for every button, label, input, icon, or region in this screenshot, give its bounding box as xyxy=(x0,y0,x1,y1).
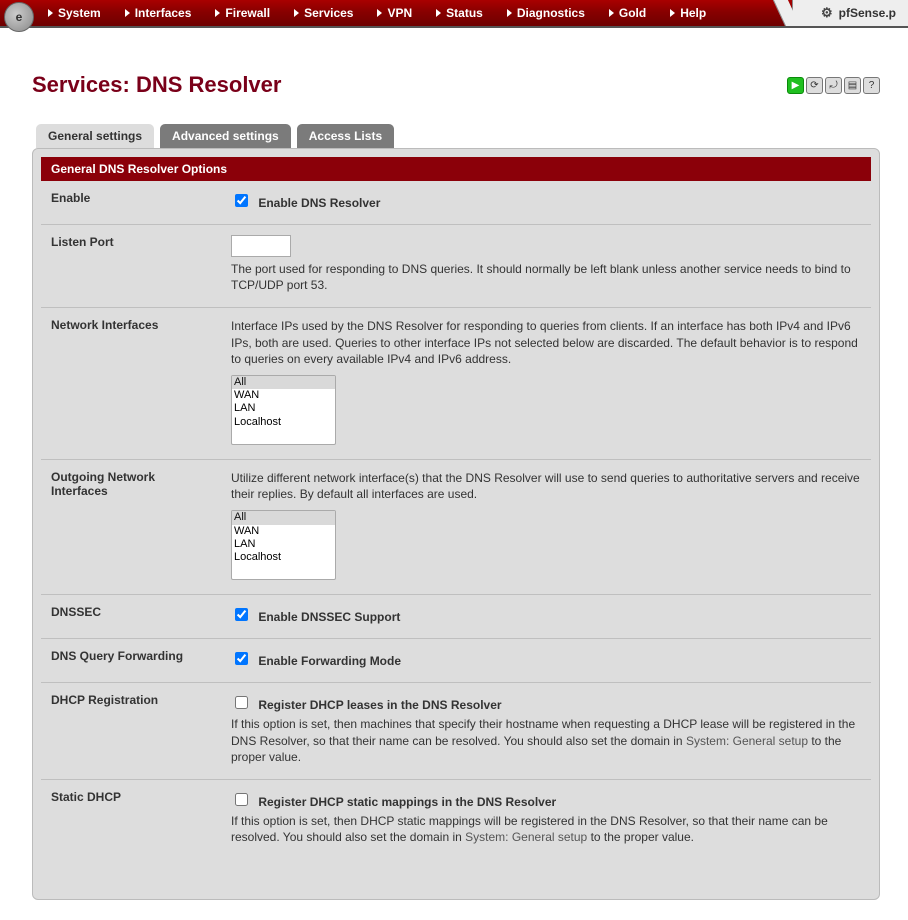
menu-firewall[interactable]: Firewall xyxy=(215,6,270,20)
menu-diagnostics[interactable]: Diagnostics xyxy=(507,6,585,20)
enable-dns-resolver-label: Enable DNS Resolver xyxy=(258,196,380,210)
main-menu: System Interfaces Firewall Services VPN … xyxy=(0,0,792,26)
row-static-dhcp: Static DHCP Register DHCP static mapping… xyxy=(41,779,871,859)
brand-tab[interactable]: ⚙ pfSense.p xyxy=(792,0,908,26)
row-listen-port: Listen Port The port used for responding… xyxy=(41,225,871,308)
section-header: General DNS Resolver Options xyxy=(41,157,871,181)
tab-advanced-settings[interactable]: Advanced settings xyxy=(160,124,291,148)
row-dhcp-registration: DHCP Registration Register DHCP leases i… xyxy=(41,683,871,780)
static-dhcp-checkbox[interactable] xyxy=(235,793,248,806)
help-icon[interactable]: ? xyxy=(863,77,880,94)
row-dnssec: DNSSEC Enable DNSSEC Support xyxy=(41,595,871,639)
page-title: Services: DNS Resolver xyxy=(32,72,281,98)
dnssec-checkbox[interactable] xyxy=(235,608,248,621)
outgoing-interfaces-select[interactable]: All WAN LAN Localhost xyxy=(231,510,336,580)
system-general-setup-link[interactable]: System: General setup xyxy=(686,734,808,748)
static-dhcp-label: Register DHCP static mappings in the DNS… xyxy=(258,795,556,809)
row-network-interfaces: Network Interfaces Interface IPs used by… xyxy=(41,308,871,460)
triangle-icon xyxy=(609,9,614,17)
dnssec-label: Enable DNSSEC Support xyxy=(258,610,400,624)
label-network-interfaces: Network Interfaces xyxy=(41,308,221,460)
refresh-icon[interactable]: ⤾ xyxy=(825,77,842,94)
logo: e xyxy=(4,2,34,32)
outgoing-interfaces-desc: Utilize different network interface(s) t… xyxy=(231,470,861,502)
listen-port-desc: The port used for responding to DNS quer… xyxy=(231,261,861,293)
row-enable: Enable Enable DNS Resolver xyxy=(41,181,871,225)
page-action-icons: ▶ ⟳ ⤾ ▤ ? xyxy=(787,77,880,94)
row-dns-query-forwarding: DNS Query Forwarding Enable Forwarding M… xyxy=(41,639,871,683)
dhcp-registration-label: Register DHCP leases in the DNS Resolver xyxy=(258,698,501,712)
top-menu-bar: e System Interfaces Firewall Services VP… xyxy=(0,0,908,28)
label-static-dhcp: Static DHCP xyxy=(41,779,221,859)
label-dhcp-registration: DHCP Registration xyxy=(41,683,221,780)
triangle-icon xyxy=(436,9,441,17)
label-outgoing-interfaces: Outgoing Network Interfaces xyxy=(41,459,221,594)
triangle-icon xyxy=(48,9,53,17)
network-interfaces-select[interactable]: All WAN LAN Localhost xyxy=(231,375,336,445)
menu-status[interactable]: Status xyxy=(436,6,483,20)
play-icon[interactable]: ▶ xyxy=(787,77,804,94)
tab-bar: General settings Advanced settings Acces… xyxy=(36,124,880,148)
forwarding-mode-checkbox[interactable] xyxy=(235,652,248,665)
menu-services[interactable]: Services xyxy=(294,6,353,20)
settings-panel: General DNS Resolver Options Enable Enab… xyxy=(32,148,880,900)
label-enable: Enable xyxy=(41,181,221,225)
forwarding-mode-label: Enable Forwarding Mode xyxy=(258,654,401,668)
system-general-setup-link[interactable]: System: General setup xyxy=(465,830,587,844)
dhcp-registration-checkbox[interactable] xyxy=(235,696,248,709)
triangle-icon xyxy=(377,9,382,17)
label-listen-port: Listen Port xyxy=(41,225,221,308)
menu-system[interactable]: System xyxy=(48,6,101,20)
triangle-icon xyxy=(125,9,130,17)
menu-gold[interactable]: Gold xyxy=(609,6,646,20)
listen-port-input[interactable] xyxy=(231,235,291,257)
triangle-icon xyxy=(670,9,675,17)
menu-interfaces[interactable]: Interfaces xyxy=(125,6,192,20)
gear-icon: ⚙ xyxy=(821,5,833,21)
row-outgoing-interfaces: Outgoing Network Interfaces Utilize diff… xyxy=(41,459,871,594)
dhcp-registration-desc: If this option is set, then machines tha… xyxy=(231,716,861,765)
triangle-icon xyxy=(507,9,512,17)
network-interfaces-desc: Interface IPs used by the DNS Resolver f… xyxy=(231,318,861,367)
enable-dns-resolver-checkbox[interactable] xyxy=(235,194,248,207)
label-dnssec: DNSSEC xyxy=(41,595,221,639)
brand-label: pfSense.p xyxy=(839,6,896,20)
tab-general-settings[interactable]: General settings xyxy=(36,124,154,148)
triangle-icon xyxy=(215,9,220,17)
label-dns-query-forwarding: DNS Query Forwarding xyxy=(41,639,221,683)
static-dhcp-desc: If this option is set, then DHCP static … xyxy=(231,813,861,845)
triangle-icon xyxy=(294,9,299,17)
menu-vpn[interactable]: VPN xyxy=(377,6,412,20)
reload-icon[interactable]: ⟳ xyxy=(806,77,823,94)
menu-help[interactable]: Help xyxy=(670,6,706,20)
tab-access-lists[interactable]: Access Lists xyxy=(297,124,394,148)
page-icon[interactable]: ▤ xyxy=(844,77,861,94)
